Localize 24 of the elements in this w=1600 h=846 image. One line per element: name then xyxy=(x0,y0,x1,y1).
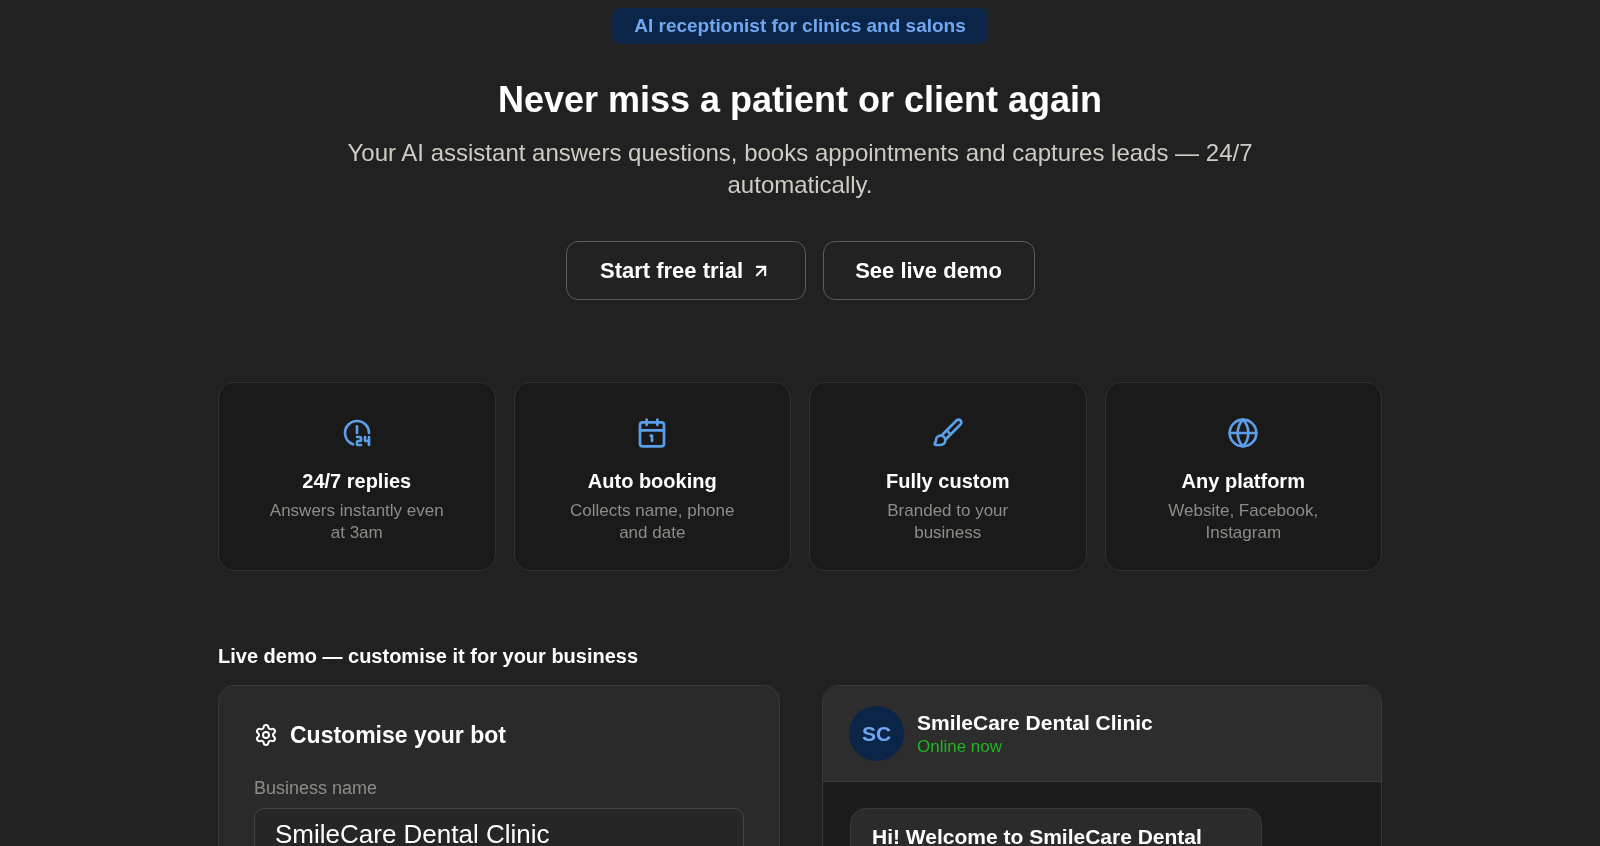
status-text: Online now xyxy=(917,735,1003,758)
feature-title: Fully custom xyxy=(886,469,1010,494)
avatar: SC xyxy=(849,706,904,761)
field-label: Business name xyxy=(254,777,378,800)
feature-description: Branded to your business xyxy=(886,500,1010,544)
hero-button[interactable]: See live demo xyxy=(822,241,1035,300)
business-name-input[interactable]: SmileCare Dental Clinic xyxy=(254,808,744,846)
hero-title: Never miss a patient or client again xyxy=(497,78,1103,122)
feature-title: 24/7 replies xyxy=(302,469,412,494)
section-heading: Live demo — customise it for your business xyxy=(218,644,639,669)
brush-icon xyxy=(931,417,964,449)
tagline-badge: AI receptionist for clinics and salons xyxy=(612,8,988,44)
chat-title: SmileCare Dental Clinic xyxy=(917,709,1153,736)
globe-icon xyxy=(1227,417,1260,449)
hero-subtitle: Your AI assistant answers questions, books appointments and captures leads — 24/7 automatically. xyxy=(346,138,1254,200)
feature-description: Collects name, phone and date xyxy=(569,500,736,544)
hero-button[interactable]: Start free trial xyxy=(565,241,806,300)
feature-description: Website, Facebook, Instagram xyxy=(1167,500,1320,544)
feature-title: Auto booking xyxy=(587,469,717,494)
settings-icon xyxy=(254,723,278,747)
message-bubble: Hi! Welcome to SmileCare Dental xyxy=(850,808,1262,846)
feature-description: Answers instantly even at 3am xyxy=(268,500,445,544)
panel-title: Customise your bot xyxy=(290,721,506,750)
feature-title: Any platform xyxy=(1181,469,1305,494)
